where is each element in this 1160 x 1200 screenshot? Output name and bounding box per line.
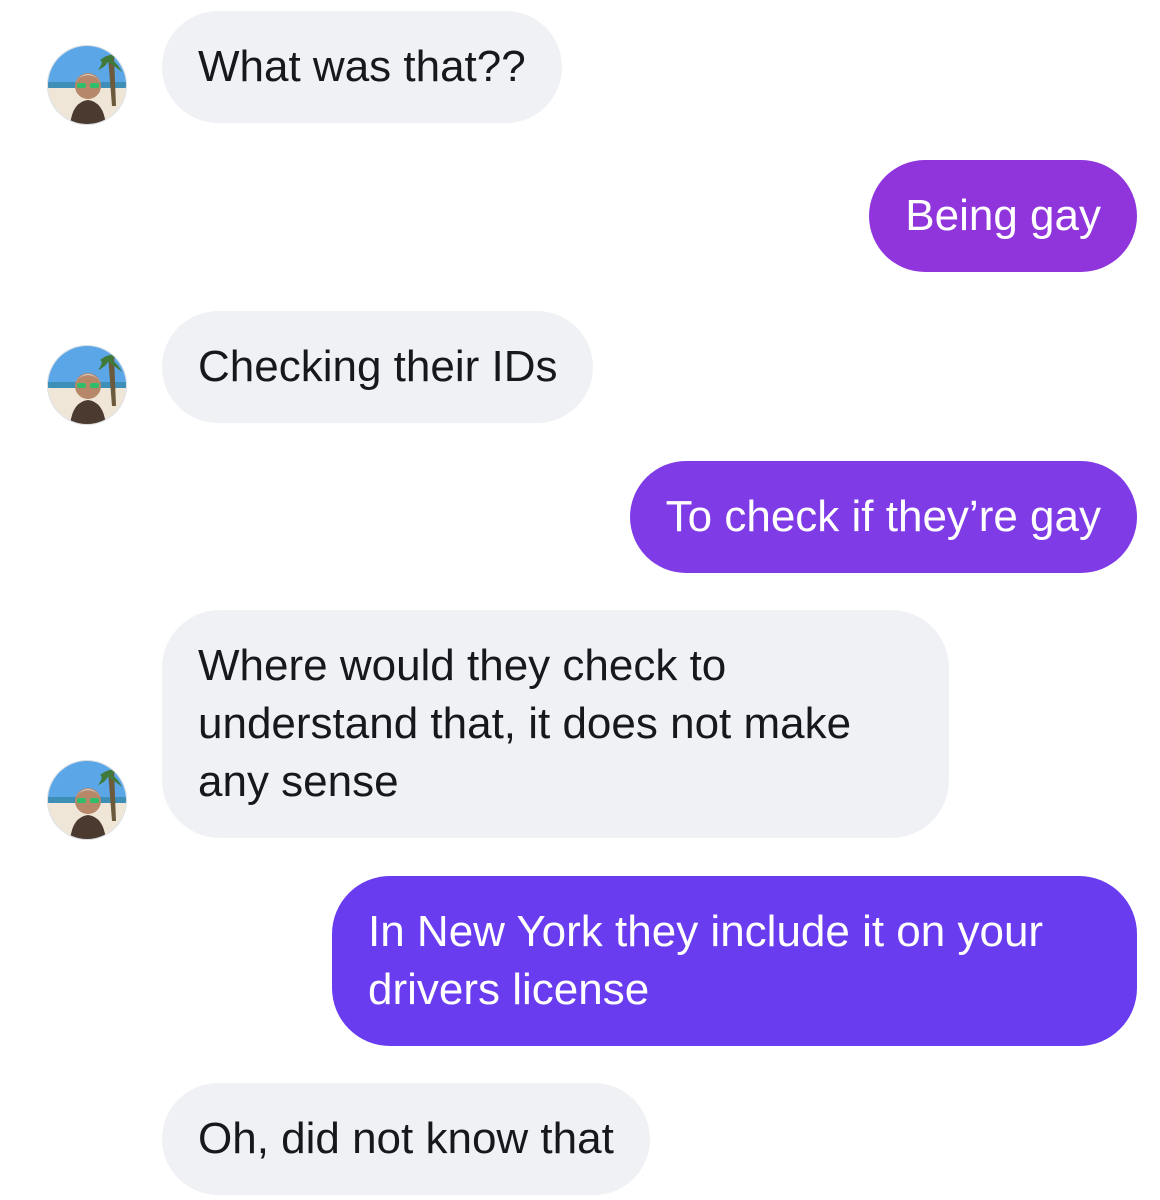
contact-avatar[interactable]: [47, 345, 127, 425]
message-bubble-outgoing[interactable]: In New York they include it on your driv…: [332, 876, 1137, 1046]
message-bubble-incoming[interactable]: Where would they check to understand tha…: [162, 610, 949, 838]
avatar-photo-icon: [48, 46, 126, 124]
avatar-photo-icon: [48, 761, 126, 839]
message-bubble-incoming[interactable]: Oh, did not know that: [162, 1083, 650, 1195]
message-bubble-incoming[interactable]: Checking their IDs: [162, 311, 594, 423]
message-bubble-incoming[interactable]: What was that??: [162, 11, 562, 123]
contact-avatar[interactable]: [47, 760, 127, 840]
contact-avatar[interactable]: [47, 45, 127, 125]
message-bubble-outgoing[interactable]: Being gay: [869, 160, 1137, 272]
avatar-photo-icon: [48, 346, 126, 424]
message-bubble-outgoing[interactable]: To check if they’re gay: [629, 461, 1137, 573]
